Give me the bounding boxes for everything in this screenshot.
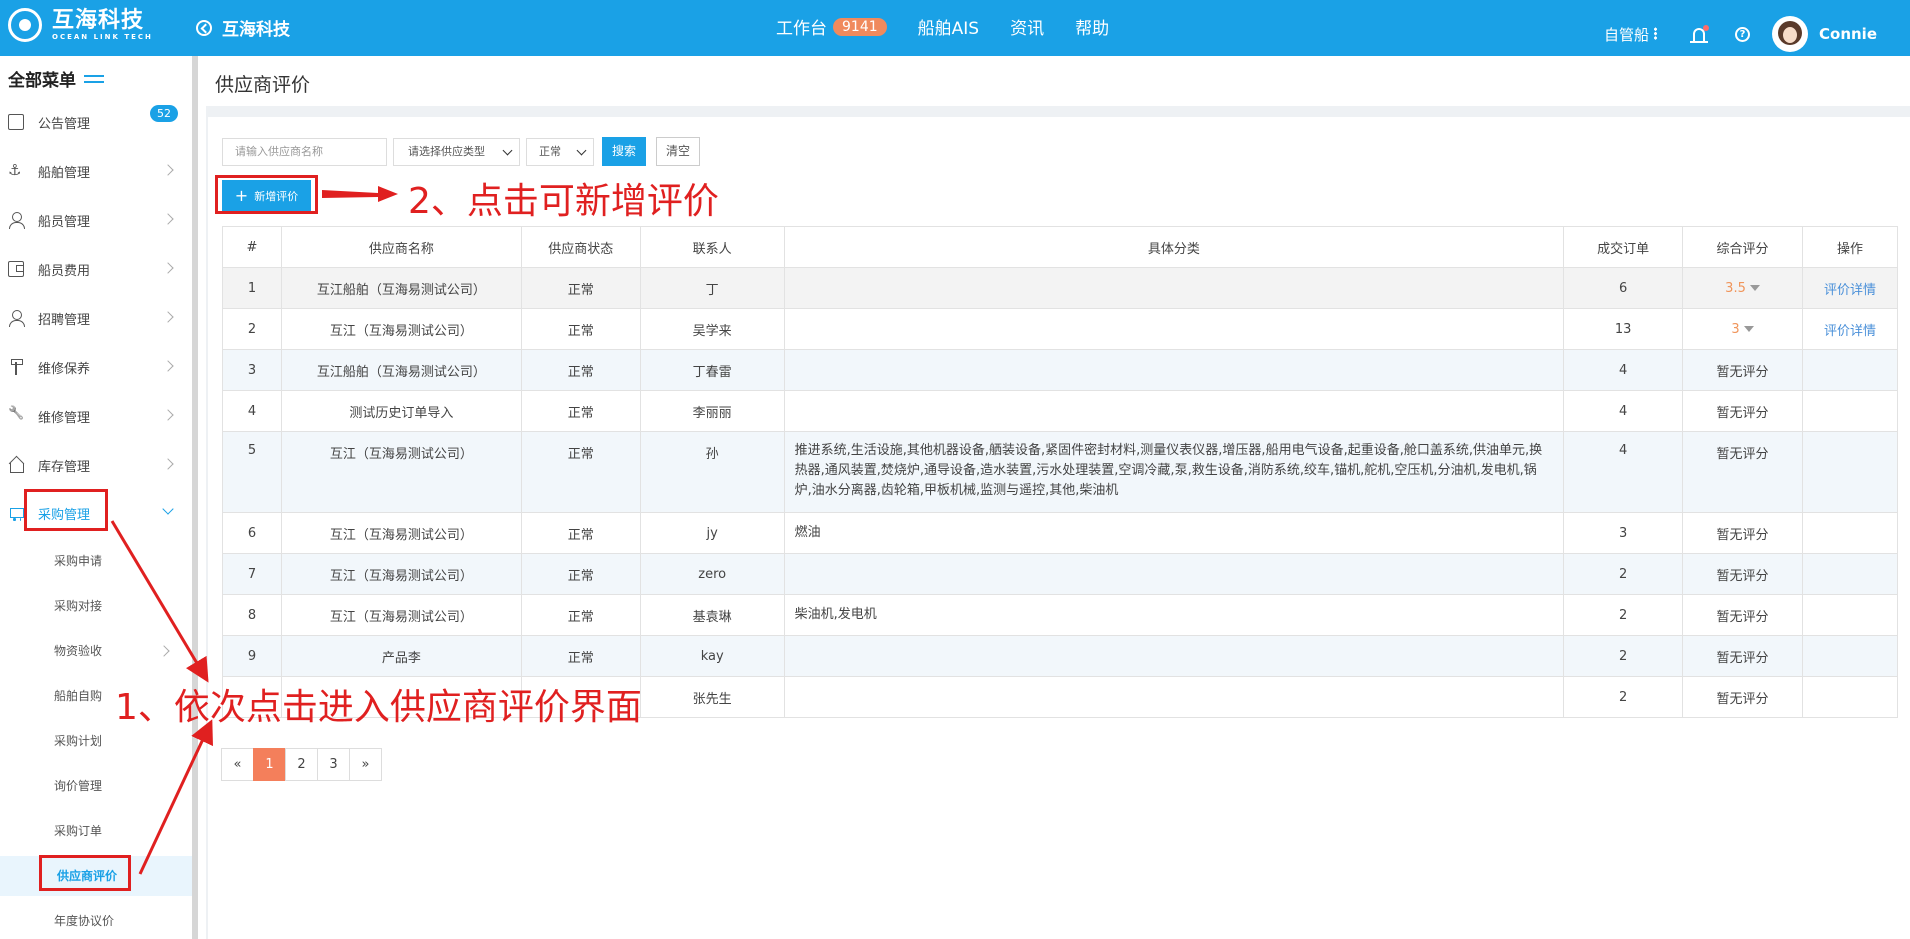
arrow-line	[138, 719, 213, 875]
arrow-shape	[322, 186, 398, 202]
arrow-line	[110, 520, 209, 683]
annotation-step1: 1、依次点击进入供应商评价界面	[115, 687, 642, 728]
annotation-step2: 2、点击可新增评价	[408, 181, 719, 222]
annotation-arrows	[110, 186, 398, 875]
